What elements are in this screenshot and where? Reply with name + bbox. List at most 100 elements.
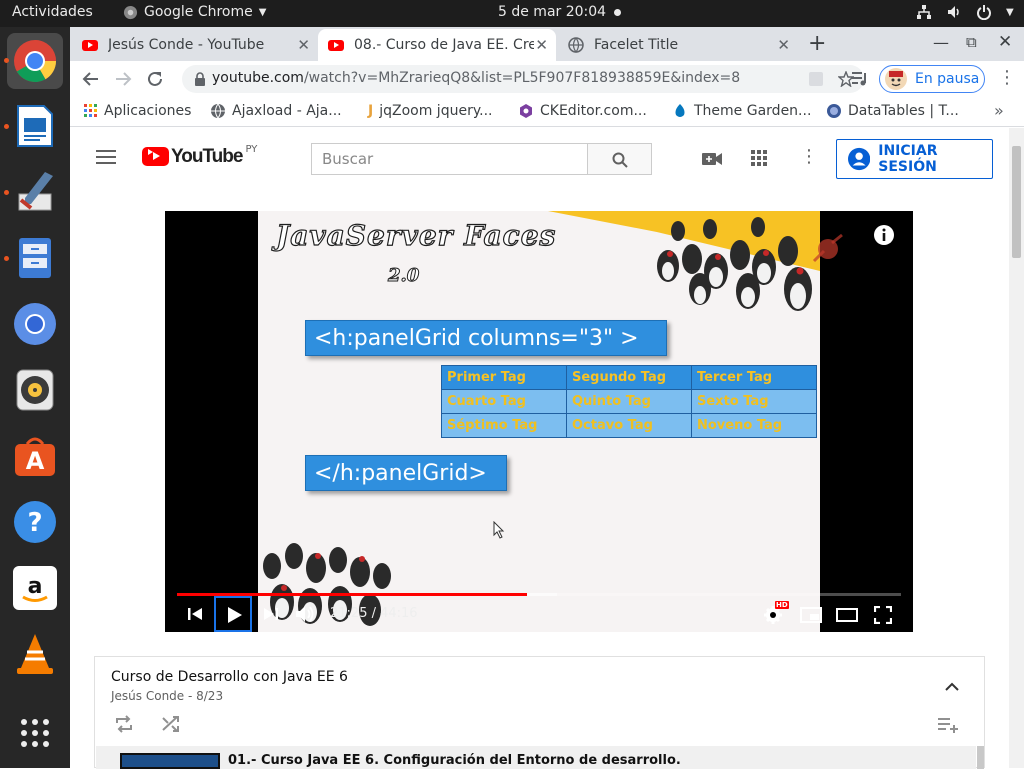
search-button[interactable] (587, 143, 652, 175)
settings-button[interactable]: HD (763, 601, 789, 628)
dock-chromium[interactable] (13, 302, 57, 346)
app-menu-label: Google Chrome (144, 4, 253, 20)
create-video-icon[interactable] (702, 152, 722, 166)
globe-icon (568, 37, 584, 53)
tab-title: Facelet Title (594, 37, 679, 53)
restore-button[interactable]: ⧉ (966, 33, 977, 51)
open-tag-label: <h:panelGrid columns="3" > (305, 320, 667, 356)
video-frame: JavaServer Faces 2.0 <h:panelGrid column… (258, 211, 820, 632)
editor-icon (18, 172, 53, 211)
system-status-area[interactable]: ▼ (916, 4, 1014, 20)
youtube-logo-text: YouTube (171, 146, 243, 167)
dock-editor[interactable] (13, 170, 57, 214)
slide-version: 2.0 (387, 265, 420, 287)
profile-button[interactable]: En pausa (879, 65, 985, 93)
youtube-apps-icon[interactable] (751, 150, 767, 166)
dock-vlc[interactable] (13, 632, 57, 676)
volume-icon[interactable] (295, 605, 315, 623)
playlist-scrollbar[interactable] (977, 746, 984, 769)
search-placeholder: Buscar (322, 150, 374, 168)
tab-facelet[interactable]: Facelet Title ✕ (568, 29, 798, 61)
bookmark-theme-garden[interactable]: Theme Garden... (672, 103, 811, 119)
more-bookmarks-icon[interactable]: » (994, 101, 1004, 120)
vlc-icon (17, 634, 53, 674)
new-tab-button[interactable]: + (808, 31, 826, 56)
time-display: 21:25 / 44:16 (330, 606, 418, 621)
bookmark-apps[interactable]: Aplicaciones (84, 103, 191, 119)
running-indicator (4, 256, 9, 261)
next-icon[interactable] (263, 606, 279, 622)
back-arrow-icon[interactable] (82, 70, 100, 88)
app-grid-icon (21, 719, 49, 747)
app-menu[interactable]: Google Chrome ▼ (123, 4, 266, 20)
table-row: Séptimo Tag Octavo Tag Noveno Tag (441, 413, 817, 438)
youtube-logo-icon (142, 147, 169, 166)
loop-icon[interactable] (114, 715, 134, 733)
account-icon (848, 147, 871, 171)
dock-show-apps[interactable] (13, 711, 57, 755)
bookmark-datatables[interactable]: DataTables | T... (826, 103, 959, 119)
dock-amazon[interactable]: a (13, 566, 57, 610)
page-scrollbar[interactable] (1009, 128, 1024, 768)
bookmark-jqzoom[interactable]: J jqZoom jquery... (368, 103, 492, 119)
system-top-bar: Actividades Google Chrome ▼ 5 de mar 20:… (0, 0, 1024, 27)
previous-icon[interactable] (187, 606, 203, 622)
add-to-playlist-icon[interactable] (937, 717, 959, 733)
browser-toolbar: youtube.com/watch?v=MhZrarieqQ8&list=PL5… (70, 61, 1024, 97)
dock-writer[interactable] (13, 104, 57, 148)
activities-button[interactable]: Actividades (12, 4, 93, 20)
settings-menu-icon[interactable]: ⋮ (800, 146, 818, 167)
forward-arrow-icon[interactable] (114, 70, 132, 88)
playlist-item[interactable]: 01.- Curso Java EE 6. Configuración del … (96, 746, 976, 769)
search-input[interactable]: Buscar (311, 143, 588, 175)
miniplayer-icon[interactable] (800, 607, 822, 623)
bookmark-ckeditor[interactable]: CKEditor.com... (518, 103, 647, 119)
fullscreen-icon[interactable] (874, 606, 892, 624)
theater-mode-icon[interactable] (836, 608, 858, 622)
playlist-title[interactable]: Curso de Desarrollo con Java EE 6 (111, 669, 348, 685)
penguins-top-image (657, 217, 812, 311)
dock: A ? a (0, 27, 70, 768)
chrome-menu-icon[interactable]: ⋮ (998, 67, 1016, 88)
progress-bar[interactable] (177, 593, 901, 596)
chrome-small-icon (123, 5, 138, 19)
table-row: Cuarto Tag Quinto Tag Sexto Tag (441, 389, 817, 414)
sign-in-button[interactable]: INICIAR SESIÓN (836, 139, 993, 179)
close-icon[interactable]: ✕ (777, 36, 790, 54)
tab-current-video[interactable]: 08.- Curso de Java EE. Cre ✕ (318, 29, 556, 61)
media-control-icon[interactable] (851, 71, 869, 87)
chrome-icon (14, 40, 57, 83)
table-cell: Sexto Tag (691, 389, 817, 414)
svg-text:A: A (26, 447, 45, 475)
video-player[interactable]: JavaServer Faces 2.0 <h:panelGrid column… (165, 211, 913, 632)
panel-grid-table: Primer Tag Segundo Tag Tercer Tag Cuarto… (441, 365, 817, 438)
bookmark-ajaxload[interactable]: Ajaxload - Aja... (210, 103, 342, 119)
address-bar[interactable]: youtube.com/watch?v=MhZrarieqQ8&list=PL5… (182, 65, 864, 93)
bookmark-label: jqZoom jquery... (379, 103, 493, 119)
chevron-up-icon[interactable] (945, 682, 959, 692)
reload-icon[interactable] (146, 70, 164, 88)
clock[interactable]: 5 de mar 20:04 (498, 4, 621, 20)
dock-chrome[interactable] (7, 33, 63, 89)
tab-strip: Jesús Conde - YouTube ✕ 08.- Curso de Ja… (70, 27, 1024, 61)
close-icon[interactable]: ✕ (535, 36, 548, 54)
dock-files[interactable] (13, 236, 57, 280)
minimize-button[interactable]: — (933, 33, 949, 52)
close-icon[interactable]: ✕ (297, 36, 310, 54)
dock-help[interactable]: ? (13, 500, 57, 544)
shuffle-icon[interactable] (162, 715, 180, 733)
youtube-logo[interactable]: YouTube PY (142, 144, 257, 167)
dock-rhythmbox[interactable] (13, 368, 57, 412)
info-icon[interactable] (873, 224, 895, 246)
dock-software[interactable]: A (13, 434, 57, 478)
volume-icon (948, 6, 959, 18)
close-window-button[interactable]: ✕ (998, 32, 1012, 52)
table-cell: Octavo Tag (566, 413, 692, 438)
table-cell: Quinto Tag (566, 389, 692, 414)
hamburger-menu-icon[interactable] (96, 150, 116, 164)
play-button[interactable] (214, 596, 252, 632)
scrollbar-thumb[interactable] (1012, 146, 1021, 258)
network-icon (917, 5, 931, 19)
extension-icon[interactable] (808, 71, 824, 87)
tab-youtube-channel[interactable]: Jesús Conde - YouTube ✕ (82, 29, 318, 61)
